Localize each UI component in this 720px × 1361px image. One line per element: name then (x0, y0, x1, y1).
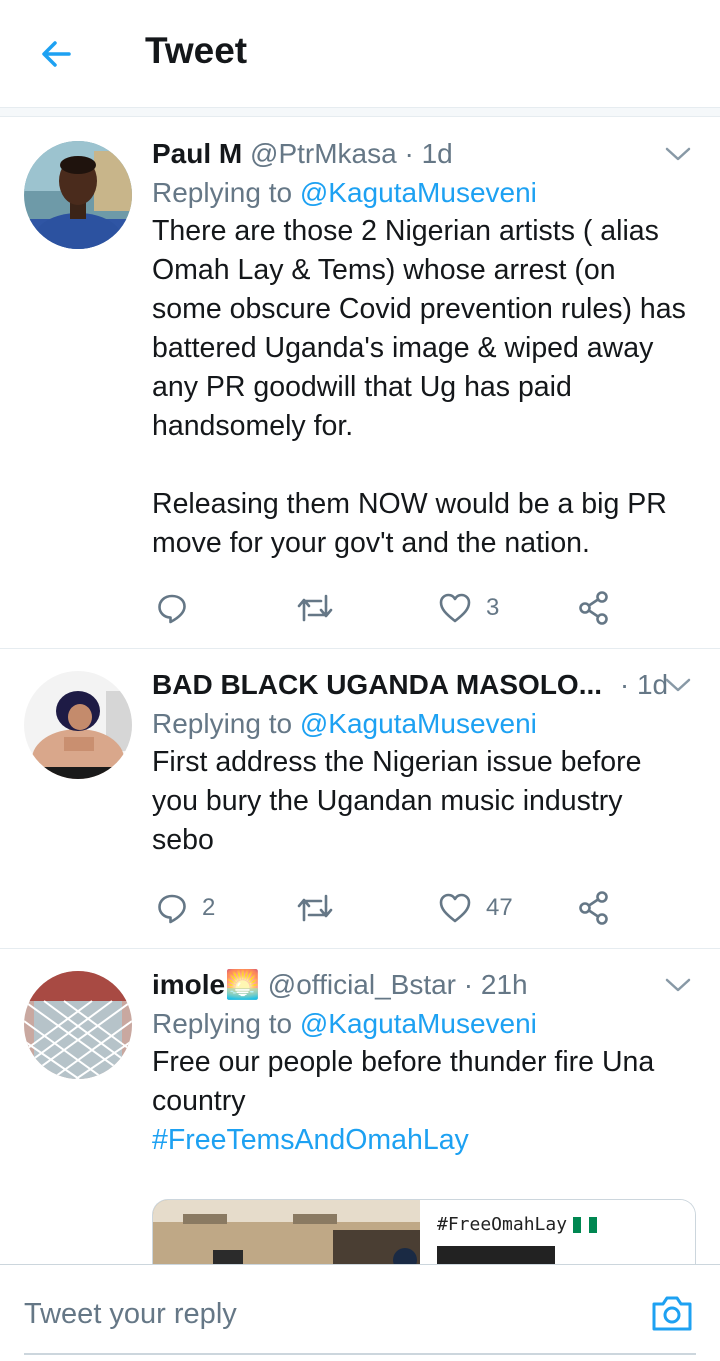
display-name[interactable]: BAD BLACK UGANDA MASOLO... (152, 669, 602, 700)
retweet-button[interactable] (296, 888, 348, 928)
tweet-header: BAD BLACK UGANDA MASOLO... · 1d (152, 667, 692, 705)
retweet-icon (297, 594, 333, 622)
chevron-down-icon[interactable] (664, 975, 692, 995)
like-icon (439, 893, 471, 923)
share-icon (579, 891, 608, 925)
replying-to-link[interactable]: @KagutaMuseveni (300, 1008, 537, 1039)
reply-count: 2 (202, 894, 216, 921)
separator-dot: · (404, 138, 414, 169)
name-emoji: 🌅 (225, 969, 261, 1000)
chevron-down-icon[interactable] (664, 144, 692, 164)
replying-to: Replying to @KagutaMuseveni (152, 174, 692, 212)
tweet[interactable]: BAD BLACK UGANDA MASOLO... · 1d Replying… (0, 649, 720, 949)
replying-to-prefix: Replying to (152, 1008, 293, 1039)
avatar[interactable] (24, 971, 132, 1079)
top-bar: Tweet (0, 0, 720, 108)
tweet-content: BAD BLACK UGANDA MASOLO... · 1d Replying… (152, 667, 692, 860)
composer-underline (24, 1353, 696, 1355)
user-handle[interactable]: @official_Bstar (268, 969, 456, 1000)
reply-composer: Tweet your reply (0, 1264, 720, 1361)
tweet-actions: 3 (152, 588, 692, 628)
tweet[interactable]: Paul M @PtrMkasa · 1d Replying to @Kagut… (0, 118, 720, 649)
tweet-content: imole🌅 @official_Bstar · 21h Replying to… (152, 967, 692, 1160)
reply-input[interactable]: Tweet your reply (24, 1298, 237, 1331)
media-caption: #FreeOmahLay (437, 1214, 598, 1235)
timestamp: 1d (421, 138, 453, 169)
tweet-media[interactable]: #FreeOmahLay (152, 1199, 696, 1264)
like-count: 47 (486, 894, 513, 921)
share-icon (579, 591, 608, 625)
tweet-text: Free our people before thunder fire Una … (152, 1046, 655, 1117)
timestamp: 21h (480, 969, 528, 1000)
reply-feed: Paul M @PtrMkasa · 1d Replying to @Kagut… (0, 118, 720, 1264)
like-button[interactable]: 3 (438, 588, 499, 628)
back-button[interactable] (28, 26, 84, 82)
like-button[interactable]: 47 (438, 888, 513, 928)
replying-to: Replying to @KagutaMuseveni (152, 1005, 692, 1043)
tweet-text: First address the Nigerian issue before … (152, 746, 642, 856)
replying-to-link[interactable]: @KagutaMuseveni (300, 708, 537, 739)
tweet-text: There are those 2 Nigerian artists ( ali… (152, 215, 686, 559)
replying-to-prefix: Replying to (152, 708, 293, 739)
display-name[interactable]: imole (152, 969, 225, 1000)
media-image-2[interactable]: #FreeOmahLay (425, 1200, 695, 1264)
camera-icon[interactable] (650, 1293, 694, 1333)
reply-icon (158, 894, 186, 924)
media-dark-photo (437, 1246, 555, 1264)
chevron-down-icon[interactable] (664, 675, 692, 695)
replying-to-prefix: Replying to (152, 177, 293, 208)
share-button[interactable] (578, 588, 610, 628)
display-name[interactable]: Paul M (152, 138, 242, 169)
replying-to: Replying to @KagutaMuseveni (152, 705, 692, 743)
retweet-button[interactable] (296, 588, 348, 628)
header-divider (0, 108, 720, 117)
like-count: 3 (486, 594, 500, 621)
like-icon (439, 593, 471, 623)
avatar[interactable] (24, 671, 132, 779)
user-handle[interactable]: @PtrMkasa (250, 138, 397, 169)
reply-button[interactable]: 2 (156, 888, 215, 928)
hashtag-link[interactable]: #FreeTemsAndOmahLay (152, 1121, 692, 1160)
replying-to-link[interactable]: @KagutaMuseveni (300, 177, 537, 208)
nigeria-flag-icon (573, 1217, 598, 1233)
media-image-1[interactable] (153, 1200, 420, 1264)
tweet-header: Paul M @PtrMkasa · 1d (152, 136, 692, 174)
reply-button[interactable] (156, 588, 202, 628)
tweet[interactable]: imole🌅 @official_Bstar · 21h Replying to… (0, 949, 720, 1264)
separator-dot: · (463, 969, 474, 1000)
tweet-header: imole🌅 @official_Bstar · 21h (152, 967, 692, 1005)
reply-icon (158, 594, 186, 624)
tweet-content: Paul M @PtrMkasa · 1d Replying to @Kagut… (152, 136, 692, 563)
separator-dot: · (619, 669, 630, 700)
back-arrow-icon (42, 41, 71, 67)
share-button[interactable] (578, 888, 610, 928)
tweet-actions: 2 47 (152, 888, 692, 928)
avatar[interactable] (24, 141, 132, 249)
page-title: Tweet (145, 30, 248, 71)
retweet-icon (297, 894, 333, 922)
